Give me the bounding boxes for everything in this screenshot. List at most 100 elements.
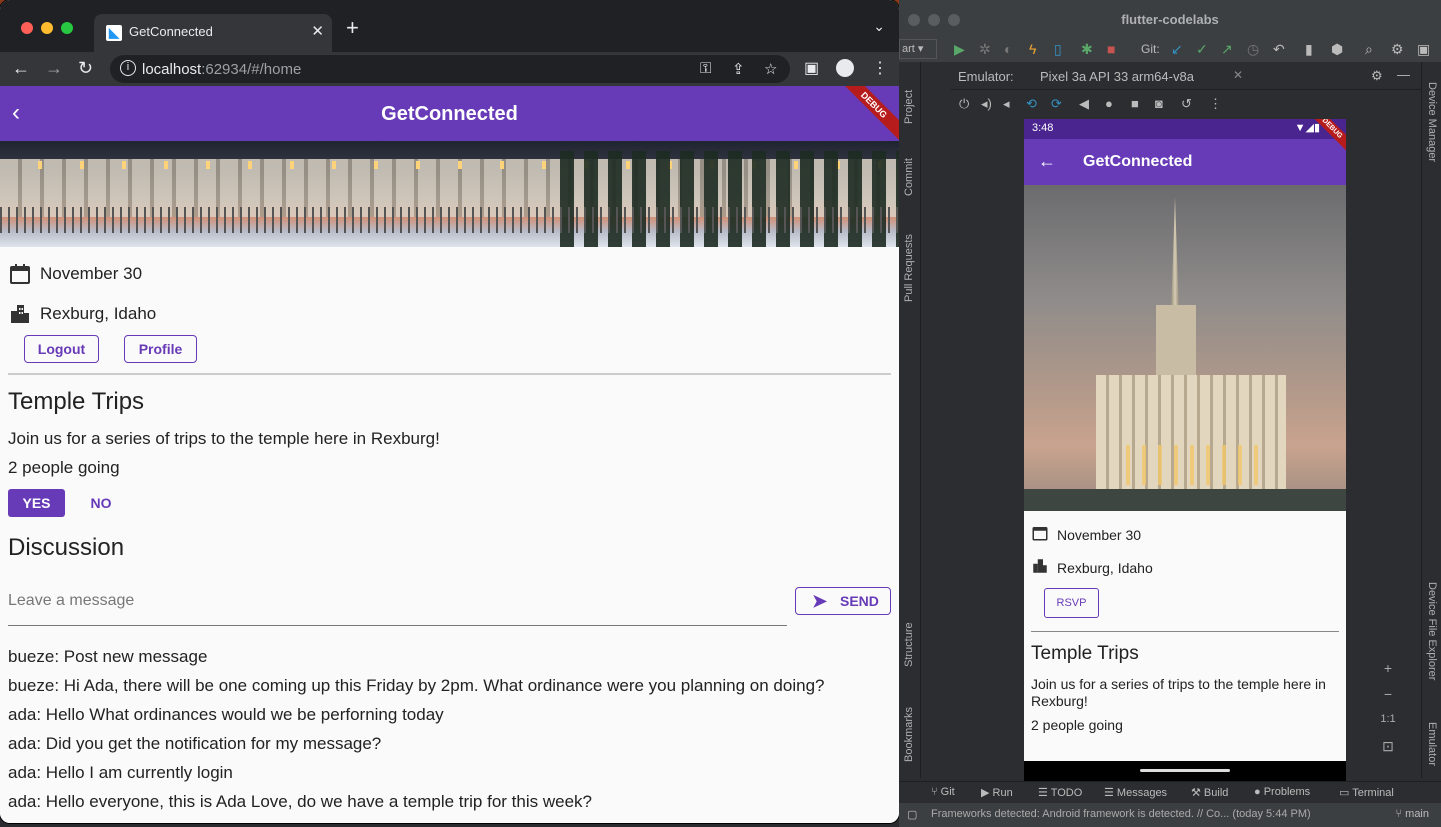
send-button[interactable]: ➤ SEND <box>795 587 891 615</box>
bottom-tab-terminal[interactable]: ▭ Terminal <box>1339 786 1394 799</box>
tool-tab-emulator[interactable]: Emulator <box>1426 722 1438 766</box>
minimize-window-button[interactable] <box>41 22 53 34</box>
tool-tab-device-manager[interactable]: Device Manager <box>1426 82 1438 162</box>
message-placeholder: Leave a message <box>8 592 135 609</box>
close-window-button[interactable] <box>21 22 33 34</box>
overview-icon[interactable]: ■ <box>1131 96 1139 111</box>
browser-tab[interactable]: ◣ GetConnected ✕ <box>94 14 332 52</box>
status-panel-icon[interactable]: ▢ <box>907 808 917 821</box>
tool-tab-project[interactable]: Project <box>903 90 915 124</box>
git-commit-icon[interactable]: ✓ <box>1196 41 1208 57</box>
zoom-in-icon[interactable]: + <box>1377 660 1399 676</box>
new-tab-button[interactable]: + <box>346 17 359 39</box>
rsvp-no-button[interactable]: NO <box>80 489 122 517</box>
tool-tab-bookmarks[interactable]: Bookmarks <box>903 707 915 762</box>
back-icon[interactable]: ◀ <box>1079 96 1089 112</box>
git-update-icon[interactable]: ↙ <box>1171 41 1183 57</box>
maximize-window-button[interactable] <box>61 22 73 34</box>
temple-lights-image-part <box>1114 445 1264 485</box>
profile-avatar-icon[interactable] <box>836 59 854 77</box>
home-icon[interactable]: ● <box>1105 96 1113 111</box>
rsvp-yes-button[interactable]: YES <box>8 489 65 517</box>
send-icon: ➤ <box>812 591 828 611</box>
account-icon[interactable]: ▣ <box>1417 41 1430 57</box>
debug-icon[interactable]: ✲ <box>979 41 991 57</box>
rotate-left-icon[interactable]: ⟲ <box>1026 96 1037 112</box>
run-icon[interactable]: ▶ <box>954 41 965 57</box>
reload-icon[interactable]: ↻ <box>78 57 93 79</box>
rotate-right-icon[interactable]: ⟳ <box>1051 96 1062 112</box>
discussion-title: Discussion <box>8 534 125 561</box>
bottom-tab-build[interactable]: ⚒ Build <box>1191 786 1228 799</box>
zoom-fit-icon[interactable]: ⊡ <box>1377 738 1399 755</box>
git-history-icon[interactable]: ◷ <box>1247 41 1259 57</box>
phone-location-row: Rexburg, Idaho <box>1031 557 1153 579</box>
event-description: Join us for a series of trips to the tem… <box>8 429 440 448</box>
more-options-icon[interactable]: ⋮ <box>1209 96 1222 112</box>
phone-location-city-icon <box>1031 557 1049 579</box>
emulator-device-tab[interactable]: Pixel 3a API 33 arm64-v8a <box>1040 69 1194 84</box>
search-icon[interactable]: ⌕ <box>1365 41 1373 57</box>
address-bar[interactable]: i localhost:62934/#/home ⚿ ⇪ ☆ <box>110 55 790 83</box>
forward-arrow-icon[interactable]: → <box>45 57 63 79</box>
section-title: Temple Trips <box>8 388 145 415</box>
back-arrow-icon[interactable]: ← <box>12 57 30 79</box>
hot-restart-icon[interactable]: ▯ <box>1054 41 1062 57</box>
volume-up-icon[interactable]: ◂) <box>981 96 992 112</box>
phone-rsvp-button[interactable]: RSVP <box>1044 588 1099 618</box>
bookmark-star-icon[interactable]: ☆ <box>764 60 777 78</box>
emulator-settings-icon[interactable]: ⚙ <box>1371 68 1383 84</box>
attach-debugger-icon[interactable]: ✱ <box>1081 41 1093 57</box>
more-menu-icon[interactable]: ⋮ <box>872 58 888 78</box>
settings-gear-icon[interactable]: ⚙ <box>1391 41 1404 57</box>
phone-screen: 3:48 ▼◢▮ ← GetConnected DEBUG November 3… <box>1024 119 1346 781</box>
tool-tab-device-file-explorer[interactable]: Device File Explorer <box>1426 582 1438 680</box>
phone-section-title: Temple Trips <box>1031 643 1139 664</box>
emulator-hide-icon[interactable]: — <box>1397 67 1410 82</box>
tab-close-icon[interactable]: ✕ <box>311 22 324 40</box>
snapshot-icon[interactable]: ↺ <box>1181 96 1192 112</box>
bottom-tab-git[interactable]: ⑂ Git <box>931 786 955 798</box>
bottom-tab-problems[interactable]: ● Problems <box>1254 786 1310 798</box>
screenshot-icon[interactable]: ◙ <box>1155 96 1163 111</box>
side-panel-icon[interactable]: ▣ <box>804 58 819 78</box>
phone-event-location: Rexburg, Idaho <box>1057 560 1153 576</box>
tool-tab-structure[interactable]: Structure <box>903 622 915 667</box>
url-text: localhost:62934/#/home <box>142 61 301 78</box>
share-icon[interactable]: ⇪ <box>732 60 745 78</box>
logout-button[interactable]: Logout <box>24 335 99 363</box>
git-push-icon[interactable]: ↗ <box>1221 41 1233 57</box>
emulator-tab-close-icon[interactable]: ✕ <box>1233 68 1243 82</box>
stop-icon[interactable]: ■ <box>1107 41 1115 57</box>
volume-down-icon[interactable]: ◂ <box>1003 96 1010 112</box>
profile-button[interactable]: Profile <box>124 335 197 363</box>
attendee-count: 2 people going <box>8 458 120 477</box>
tool-tab-pull-requests[interactable]: Pull Requests <box>903 234 915 302</box>
sdk-manager-icon[interactable]: ⬢ <box>1331 41 1343 57</box>
phone-back-arrow-icon[interactable]: ← <box>1038 151 1056 172</box>
zoom-out-icon[interactable]: − <box>1377 686 1399 702</box>
power-icon[interactable]: ⏻ <box>959 96 969 112</box>
message-input[interactable]: Leave a message <box>8 584 787 626</box>
bottom-tab-todo[interactable]: ☰ TODO <box>1038 786 1082 799</box>
git-rollback-icon[interactable]: ↶ <box>1273 41 1285 57</box>
tool-tab-commit[interactable]: Commit <box>903 158 915 196</box>
status-message[interactable]: Frameworks detected: Android framework i… <box>931 808 1311 820</box>
device-manager-icon[interactable]: ▮ <box>1305 41 1313 57</box>
bottom-tab-messages[interactable]: ☰ Messages <box>1104 786 1167 799</box>
bottom-tab-problems-label: Problems <box>1263 786 1311 798</box>
hot-reload-icon[interactable]: ϟ <box>1029 41 1036 57</box>
password-key-icon[interactable]: ⚿ <box>700 60 711 77</box>
run-configuration-select[interactable]: art ▾ <box>899 39 937 59</box>
profile-run-icon[interactable]: ◐ <box>1004 41 1012 57</box>
tab-search-chevron-icon[interactable]: ⌄ <box>873 18 885 35</box>
zoom-actual-size[interactable]: 1:1 <box>1377 713 1399 725</box>
gesture-handle[interactable] <box>1140 769 1230 772</box>
location-city-icon <box>8 302 32 326</box>
message-item: ada: Hello I am currently login <box>8 763 233 782</box>
site-info-icon[interactable]: i <box>120 60 136 76</box>
phone-app-title: GetConnected <box>1083 153 1193 170</box>
bottom-tab-run[interactable]: ▶ Run <box>981 786 1013 799</box>
phone-date-row: November 30 <box>1031 524 1141 546</box>
git-branch[interactable]: ⑂ main <box>1396 808 1430 820</box>
